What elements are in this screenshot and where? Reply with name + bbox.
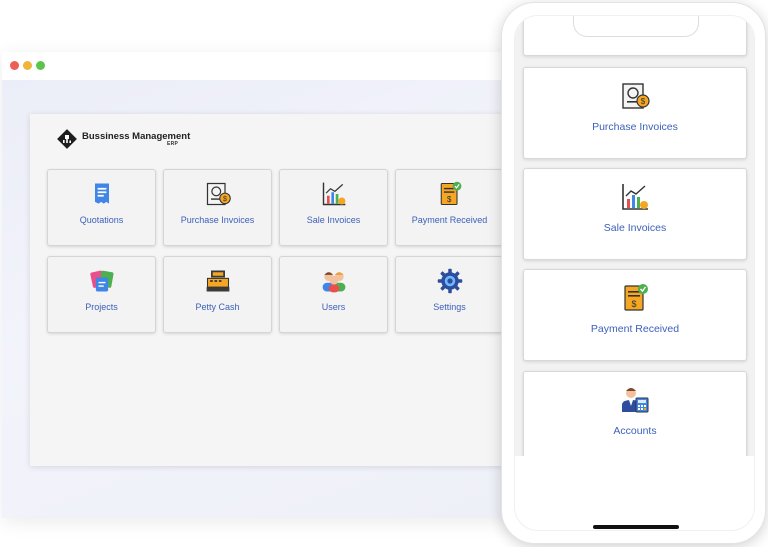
brand-subtitle: ERP bbox=[167, 141, 179, 147]
browser-toolbar bbox=[2, 52, 522, 80]
chart-icon bbox=[622, 184, 648, 210]
module-tile-quotations[interactable]: Quotations bbox=[47, 169, 156, 246]
module-label: Settings bbox=[433, 302, 466, 312]
module-card-payment-received[interactable]: $ Payment Received bbox=[523, 269, 747, 361]
dashboard-panel: Bussiness Management ERP Quotations $ Pu… bbox=[30, 114, 520, 466]
mobile-module-list[interactable]: $ Purchase Invoices Sale Invoices $ Paym… bbox=[515, 16, 754, 456]
module-label: Users bbox=[321, 302, 346, 312]
chart-icon bbox=[322, 182, 346, 206]
payment-receipt-icon: $ bbox=[624, 284, 648, 311]
module-label: Purchase Invoices bbox=[180, 215, 255, 225]
receipt-icon bbox=[95, 183, 109, 204]
module-tile-projects[interactable]: Projects bbox=[47, 256, 156, 333]
module-tile-users[interactable]: Users bbox=[279, 256, 388, 333]
module-label: Payment Received bbox=[411, 215, 488, 225]
gear-icon bbox=[437, 268, 463, 294]
accountant-icon bbox=[622, 388, 649, 413]
module-label: Payment Received bbox=[590, 323, 680, 335]
home-indicator[interactable] bbox=[593, 525, 679, 529]
users-icon bbox=[322, 272, 346, 293]
projects-icon bbox=[90, 270, 114, 292]
cash-register-icon bbox=[206, 270, 230, 292]
module-card-sale-invoices[interactable]: Sale Invoices bbox=[523, 168, 747, 260]
phone-frame: $ Purchase Invoices Sale Invoices $ Paym… bbox=[501, 2, 766, 544]
purchase-invoice-icon: $ bbox=[206, 182, 231, 206]
browser-window: Bussiness Management ERP Quotations $ Pu… bbox=[2, 52, 522, 518]
payment-receipt-icon: $ bbox=[440, 181, 462, 206]
module-card-accounts[interactable]: Accounts bbox=[523, 371, 747, 456]
phone-screen: $ Purchase Invoices Sale Invoices $ Paym… bbox=[514, 15, 755, 531]
purchase-invoice-icon: $ bbox=[622, 83, 650, 109]
module-label: Accounts bbox=[613, 425, 657, 437]
module-tile-purchase-invoices[interactable]: $ Purchase Invoices bbox=[163, 169, 272, 246]
module-card-purchase-invoices[interactable]: $ Purchase Invoices bbox=[523, 67, 747, 159]
svg-text:$: $ bbox=[447, 195, 452, 204]
window-close-button[interactable] bbox=[10, 61, 19, 70]
module-tile-settings[interactable]: Settings bbox=[395, 256, 504, 333]
svg-text:$: $ bbox=[223, 196, 227, 203]
module-label: Purchase Invoices bbox=[592, 121, 678, 133]
window-minimize-button[interactable] bbox=[23, 61, 32, 70]
module-tile-sale-invoices[interactable]: Sale Invoices bbox=[279, 169, 388, 246]
svg-text:$: $ bbox=[631, 299, 636, 309]
module-label: Petty Cash bbox=[195, 302, 240, 312]
svg-text:$: $ bbox=[641, 97, 646, 106]
window-maximize-button[interactable] bbox=[36, 61, 45, 70]
browser-viewport: Bussiness Management ERP Quotations $ Pu… bbox=[2, 80, 522, 518]
brand-logo-icon bbox=[57, 129, 77, 149]
module-label: Quotations bbox=[79, 215, 124, 225]
module-tile-payment-received[interactable]: $ Payment Received bbox=[395, 169, 504, 246]
module-label: Sale Invoices bbox=[603, 222, 667, 234]
module-label: Sale Invoices bbox=[306, 215, 361, 225]
phone-notch bbox=[573, 16, 699, 37]
module-label: Projects bbox=[85, 302, 118, 312]
module-tile-petty-cash[interactable]: Petty Cash bbox=[163, 256, 272, 333]
